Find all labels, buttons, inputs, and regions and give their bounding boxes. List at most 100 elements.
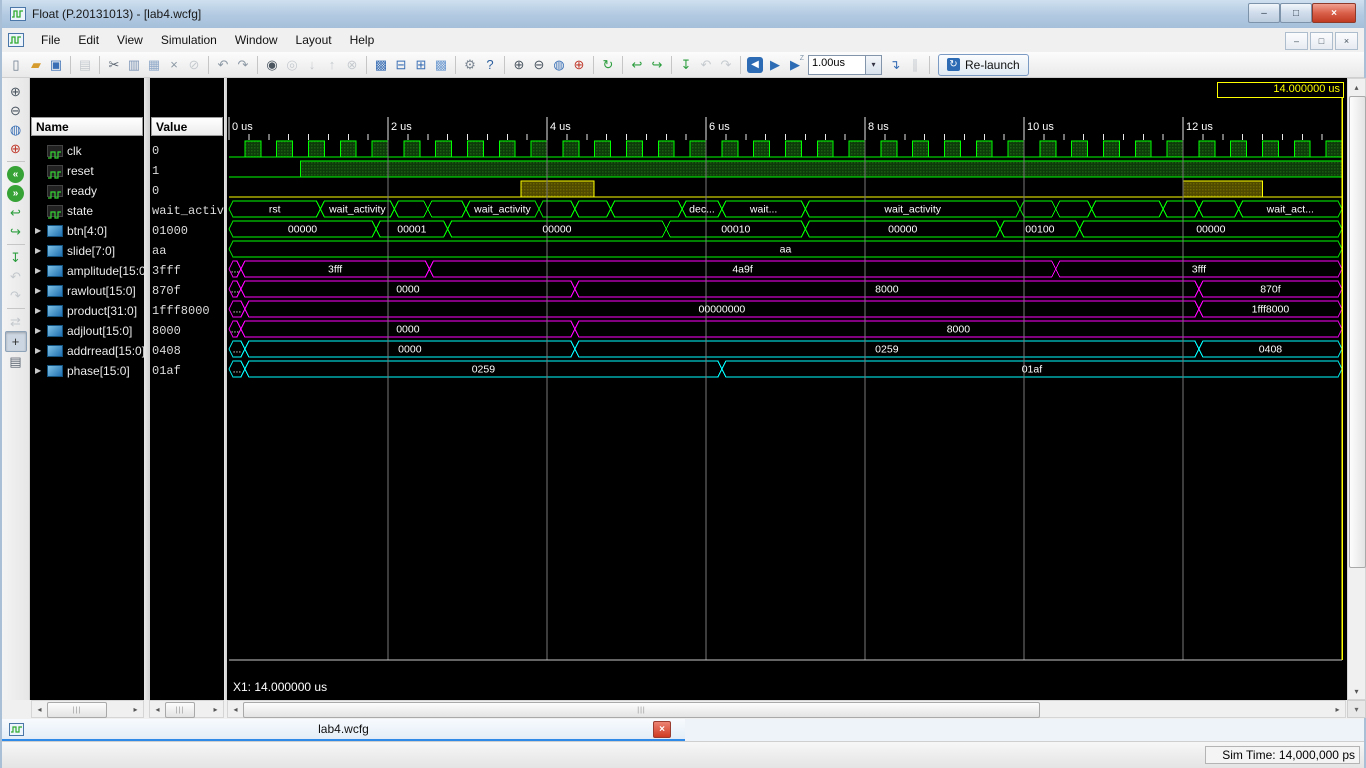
scroll-left-icon[interactable]: ◂ [32,701,47,717]
scroll-thumb[interactable]: ||| [47,702,107,718]
scroll-left-icon[interactable]: ◂ [150,701,165,717]
find-in-files-icon[interactable]: ◎ [282,55,302,75]
expand-arrow-icon[interactable]: ▶ [35,321,47,341]
run-for-time-icon[interactable]: ▶Z [785,55,805,75]
arrow-down-icon[interactable]: ↓ [302,55,322,75]
minimize-button[interactable]: – [1248,3,1280,23]
signal-row-reset[interactable]: reset [30,161,144,181]
zoom-out-icon[interactable]: ⊖ [529,55,549,75]
chevron-down-icon[interactable]: ▾ [866,55,882,75]
expand-arrow-icon[interactable]: ▶ [35,281,47,301]
expand-arrow-icon[interactable]: ▶ [35,221,47,241]
scrollbar-corner-dropdown[interactable]: ▾ [1347,700,1366,718]
run-time-combo[interactable]: 1.00us▾ [808,55,882,75]
signal-row-addrread-15-0[interactable]: ▶addrread[15:0] [30,341,144,361]
signal-row-btn-4-0[interactable]: ▶btn[4:0] [30,221,144,241]
wave-amplitude-15-0[interactable] [229,261,1342,277]
tile-horizontal-icon[interactable]: ⊟ [391,55,411,75]
previous-transition-icon[interactable]: ↩ [6,203,26,222]
name-panel-hscrollbar[interactable]: ◂ ||| ▸ [31,700,144,718]
cut-icon[interactable]: ✂ [104,55,124,75]
float-window-icon[interactable]: ▩ [431,55,451,75]
next-marker-icon[interactable]: ↷ [6,286,26,305]
add-marker-icon[interactable]: ↧ [6,248,26,267]
menu-window[interactable]: Window [226,30,287,50]
relaunch-button[interactable]: ↻Re-launch [938,54,1029,76]
close-button[interactable]: × [1312,3,1356,23]
swap-cursors-icon[interactable]: ⇄ [6,312,26,331]
menu-edit[interactable]: Edit [69,30,108,50]
help-pointer-icon[interactable]: ? [480,55,500,75]
wave-clk[interactable] [229,141,1342,157]
zoom-in-icon[interactable]: ⊕ [509,55,529,75]
expand-arrow-icon[interactable]: ▶ [35,261,47,281]
previous-marker-icon[interactable]: ↶ [6,267,26,286]
mdi-minimize-button[interactable]: – [1285,32,1308,50]
zoom-full-view-icon[interactable]: ◍ [6,120,26,139]
expand-arrow-icon[interactable]: ▶ [35,361,47,381]
wave-reset[interactable] [229,161,1342,177]
floating-ruler-icon[interactable]: ▤ [6,352,26,371]
menu-layout[interactable]: Layout [287,30,341,50]
copy-icon[interactable]: ▥ [124,55,144,75]
cascade-windows-icon[interactable]: ▩ [371,55,391,75]
wave-phase-15-0[interactable] [229,361,1342,377]
save-icon[interactable]: ▣ [46,55,66,75]
menu-file[interactable]: File [32,30,69,50]
no-edit-icon[interactable]: ⊘ [184,55,204,75]
value-column-header[interactable]: Value [151,117,223,136]
reload-icon[interactable]: ↻ [598,55,618,75]
signal-row-slide-7-0[interactable]: ▶slide[7:0] [30,241,144,261]
scroll-left-icon[interactable]: ◂ [228,701,243,717]
wave-vertical-scrollbar[interactable]: ▴ ▾ [1347,78,1366,700]
snap-to-transition-icon[interactable]: + [5,331,27,352]
signal-row-product-31-0[interactable]: ▶product[31:0] [30,301,144,321]
expand-arrow-icon[interactable]: ▶ [35,241,47,261]
delete-icon[interactable]: × [164,55,184,75]
open-file-icon[interactable]: ▰ [26,55,46,75]
signal-row-state[interactable]: state [30,201,144,221]
wave-addrread-15-0[interactable] [229,341,1342,357]
signal-row-ready[interactable]: ready [30,181,144,201]
mdi-close-button[interactable]: × [1335,32,1358,50]
vertical-scroll-thumb[interactable] [1349,96,1366,568]
paste-icon[interactable]: ▦ [144,55,164,75]
menu-view[interactable]: View [108,30,152,50]
waveform-hscrollbar[interactable]: ◂ ||| ▸ [227,700,1346,718]
run-all-icon[interactable]: ▶ [765,55,785,75]
zoom-to-cursor-icon[interactable]: ⊕ [6,139,26,158]
signal-row-phase-15-0[interactable]: ▶phase[15:0] [30,361,144,381]
expand-arrow-icon[interactable]: ▶ [35,341,47,361]
scroll-thumb[interactable]: ||| [243,702,1040,718]
stop-icon[interactable]: ⊗ [342,55,362,75]
scroll-up-icon[interactable]: ▴ [1348,79,1365,95]
find-icon[interactable]: ◉ [262,55,282,75]
signal-row-adjlout-15-0[interactable]: ▶adjlout[15:0] [30,321,144,341]
wave-state[interactable] [229,201,1342,217]
add-marker-icon[interactable]: ↧ [676,55,696,75]
tab-lab4-wcfg[interactable]: lab4.wcfg × [2,719,685,741]
preferences-wrench-icon[interactable]: ⚙ [460,55,480,75]
next-transition-icon[interactable]: ↪ [6,222,26,241]
waveform-canvas[interactable]: 0 us2 us4 us6 us8 us10 us12 usrstwait_ac… [227,78,1347,700]
goto-sim-end-icon[interactable]: » [7,185,24,202]
signal-row-clk[interactable]: clk [30,141,144,161]
restart-icon[interactable]: ◀ [747,57,763,73]
scroll-down-icon[interactable]: ▾ [1348,683,1365,699]
wave-ready[interactable] [229,181,1342,197]
zoom-in-icon[interactable]: ⊕ [6,82,26,101]
scroll-right-icon[interactable]: ▸ [208,701,223,717]
expand-arrow-icon[interactable]: ▶ [35,301,47,321]
tile-vertical-icon[interactable]: ⊞ [411,55,431,75]
maximize-button[interactable]: □ [1280,3,1312,23]
zoom-out-icon[interactable]: ⊖ [6,101,26,120]
scroll-right-icon[interactable]: ▸ [128,701,143,717]
zoom-full-view-icon[interactable]: ◍ [549,55,569,75]
mdi-restore-button[interactable]: □ [1310,32,1333,50]
print-icon[interactable]: ▤ [75,55,95,75]
waveform-panel[interactable]: 0 us2 us4 us6 us8 us10 us12 usrstwait_ac… [227,78,1347,700]
goto-time-zero-icon[interactable]: « [7,166,24,183]
menu-help[interactable]: Help [341,30,384,50]
previous-marker-icon[interactable]: ↶ [696,55,716,75]
new-file-icon[interactable]: ▯ [6,55,26,75]
